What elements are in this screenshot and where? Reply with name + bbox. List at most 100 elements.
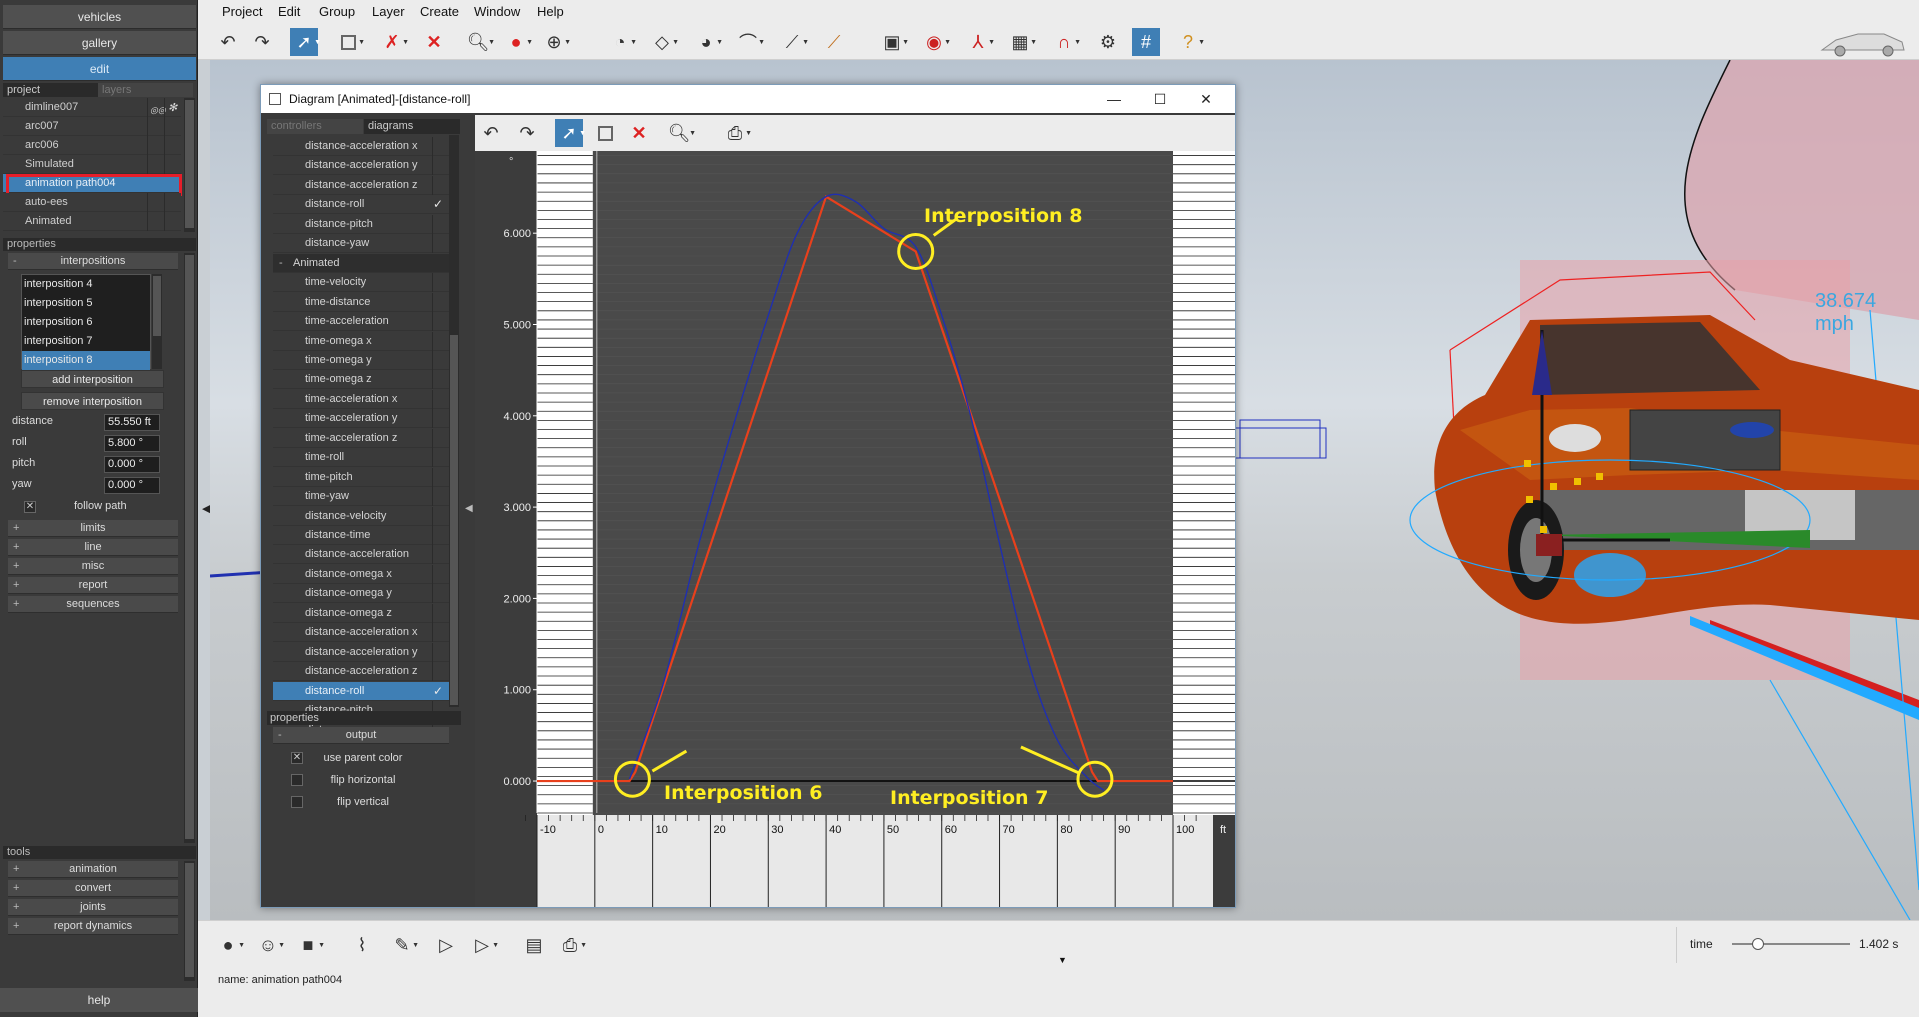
- list-item[interactable]: interposition 4: [22, 275, 150, 294]
- remove-interposition-button[interactable]: remove interposition: [21, 392, 164, 410]
- diagram-list-item[interactable]: time-omega y: [273, 350, 449, 370]
- print-icon[interactable]: ⎙ ▼: [556, 931, 587, 959]
- check-cell[interactable]: [432, 662, 449, 682]
- diagram-list-item[interactable]: time-acceleration: [273, 312, 449, 332]
- check-cell[interactable]: [432, 623, 449, 643]
- tools-scrollbar[interactable]: [184, 861, 195, 981]
- zoom-icon[interactable]: 🔍︎ ▼: [464, 28, 495, 56]
- diagram-list-item[interactable]: time-acceleration x: [273, 389, 449, 409]
- collapse-list-icon[interactable]: ◀: [465, 503, 473, 514]
- check-cell[interactable]: [432, 564, 449, 584]
- misc-group[interactable]: + misc: [8, 558, 178, 575]
- graph-icon[interactable]: ⌇: [348, 931, 376, 959]
- tab-controllers[interactable]: controllers: [267, 119, 363, 134]
- project-item[interactable]: arc007: [3, 117, 181, 136]
- time-slider[interactable]: [1732, 938, 1850, 950]
- tape-icon[interactable]: ⟋: [820, 28, 848, 56]
- check-cell[interactable]: [432, 370, 449, 390]
- angle-icon[interactable]: ◕ ▼: [692, 28, 723, 56]
- tab-project[interactable]: project: [3, 83, 98, 97]
- check-cell[interactable]: [432, 487, 449, 507]
- check-cell[interactable]: [432, 292, 449, 312]
- check-cell[interactable]: [432, 156, 449, 176]
- distance-field[interactable]: 55.550 ft: [104, 414, 160, 431]
- diagram-list-item[interactable]: distance-acceleration y: [273, 642, 449, 662]
- flip-horizontal-option[interactable]: flip horizontal: [277, 769, 449, 791]
- sphere-icon[interactable]: ● ▼: [214, 931, 245, 959]
- move-icon[interactable]: ⊕ ▼: [540, 28, 571, 56]
- diagram-list-item[interactable]: time-yaw: [273, 487, 449, 507]
- check-cell[interactable]: [432, 545, 449, 565]
- check-cell[interactable]: [432, 234, 449, 254]
- diagram-list-item[interactable]: distance-pitch: [273, 214, 449, 234]
- report-dynamics-tool[interactable]: + report dynamics: [8, 918, 178, 935]
- project-item[interactable]: auto-ees: [3, 193, 181, 212]
- path-icon[interactable]: ✎ ▼: [388, 931, 419, 959]
- project-item[interactable]: arc006: [3, 136, 181, 155]
- flip-vertical-option[interactable]: flip vertical: [277, 791, 449, 813]
- menu-window[interactable]: Window: [474, 4, 520, 19]
- list-item[interactable]: interposition 5: [22, 294, 150, 313]
- diagram-list-item[interactable]: time-pitch: [273, 467, 449, 487]
- diagram-list-item[interactable]: distance-roll ✓: [273, 681, 449, 701]
- curve-icon[interactable]: ⌒ ▼: [734, 28, 765, 56]
- tab-layers[interactable]: layers: [98, 83, 193, 97]
- project-scrollbar[interactable]: [184, 98, 195, 232]
- camera-icon[interactable]: ▣ ▼: [878, 28, 909, 56]
- convert-tool[interactable]: + convert: [8, 880, 178, 897]
- diagram-list-item[interactable]: distance-omega y: [273, 584, 449, 604]
- report-group[interactable]: + report: [8, 577, 178, 594]
- interpositions-group[interactable]: - interpositions: [8, 253, 178, 270]
- use-parent-color-option[interactable]: ✕ use parent color: [277, 747, 449, 769]
- play-icon[interactable]: ▷: [432, 931, 460, 959]
- axis-icon[interactable]: ⅄ ▼: [964, 28, 996, 56]
- limits-group[interactable]: + limits: [8, 520, 178, 537]
- check-cell[interactable]: [432, 312, 449, 332]
- check-cell[interactable]: [432, 389, 449, 409]
- check-cell[interactable]: [432, 273, 449, 293]
- rectangle-select-icon[interactable]: ▼: [334, 28, 365, 56]
- diagram-list-item[interactable]: distance-roll ✓: [273, 195, 449, 215]
- check-cell[interactable]: [432, 467, 449, 487]
- check-cell[interactable]: [432, 137, 449, 156]
- minimize-icon[interactable]: —: [1091, 85, 1137, 113]
- diagram-list-item[interactable]: time-omega z: [273, 370, 449, 390]
- menu-project[interactable]: Project: [222, 4, 262, 19]
- select-arrow-icon[interactable]: ➚ ▼: [290, 28, 321, 56]
- check-cell[interactable]: [432, 214, 449, 234]
- vehicles-button[interactable]: vehicles: [3, 5, 196, 29]
- gear-icon[interactable]: ⚙: [1094, 28, 1122, 56]
- help-button[interactable]: help: [0, 988, 198, 1012]
- output-group[interactable]: - output: [273, 727, 449, 744]
- use-parent-color-checkbox[interactable]: ✕: [291, 752, 303, 764]
- diagram-list-item[interactable]: distance-yaw: [273, 234, 449, 254]
- diagram-list-item[interactable]: time-distance: [273, 292, 449, 312]
- joints-tool[interactable]: + joints: [8, 899, 178, 916]
- group-delete-icon[interactable]: ✗ ▼: [378, 28, 409, 56]
- follow-path-option[interactable]: ✕ follow path: [10, 498, 180, 517]
- diagram-delete-icon[interactable]: ✕: [625, 119, 653, 147]
- diagram-rect-icon[interactable]: [591, 119, 619, 147]
- close-icon[interactable]: ✕: [1183, 85, 1229, 113]
- square-icon[interactable]: ■ ▼: [294, 931, 325, 959]
- head-icon[interactable]: ☺ ▼: [254, 931, 285, 959]
- diagram-select-icon[interactable]: ➚ ▼: [555, 119, 586, 147]
- diagram-list-item[interactable]: distance-acceleration y: [273, 156, 449, 176]
- diagram-list-item[interactable]: distance-omega x: [273, 564, 449, 584]
- play-step-icon[interactable]: ▷ ▼: [468, 931, 499, 959]
- edit-button[interactable]: edit: [3, 57, 196, 81]
- diagram-undo-icon[interactable]: ↶: [477, 119, 505, 147]
- plane-icon[interactable]: ◇ ▼: [648, 28, 679, 56]
- menu-create[interactable]: Create: [420, 4, 459, 19]
- check-cell[interactable]: [432, 331, 449, 351]
- diagram-list-item[interactable]: distance-time: [273, 526, 449, 545]
- diagram-list-item[interactable]: distance-acceleration x: [273, 623, 449, 643]
- time-slider-handle[interactable]: [1752, 938, 1764, 950]
- diagram-list-item[interactable]: time-acceleration y: [273, 409, 449, 429]
- diagram-zoom-icon[interactable]: 🔍︎ ▼: [665, 119, 696, 147]
- help-icon[interactable]: ? ▼: [1174, 28, 1205, 56]
- diagram-list-scrollbar[interactable]: [449, 135, 459, 707]
- delete-icon[interactable]: ✕: [420, 28, 448, 56]
- dimension-icon[interactable]: ⟋ ▼: [778, 28, 809, 56]
- diagram-list-item[interactable]: distance-acceleration z: [273, 662, 449, 682]
